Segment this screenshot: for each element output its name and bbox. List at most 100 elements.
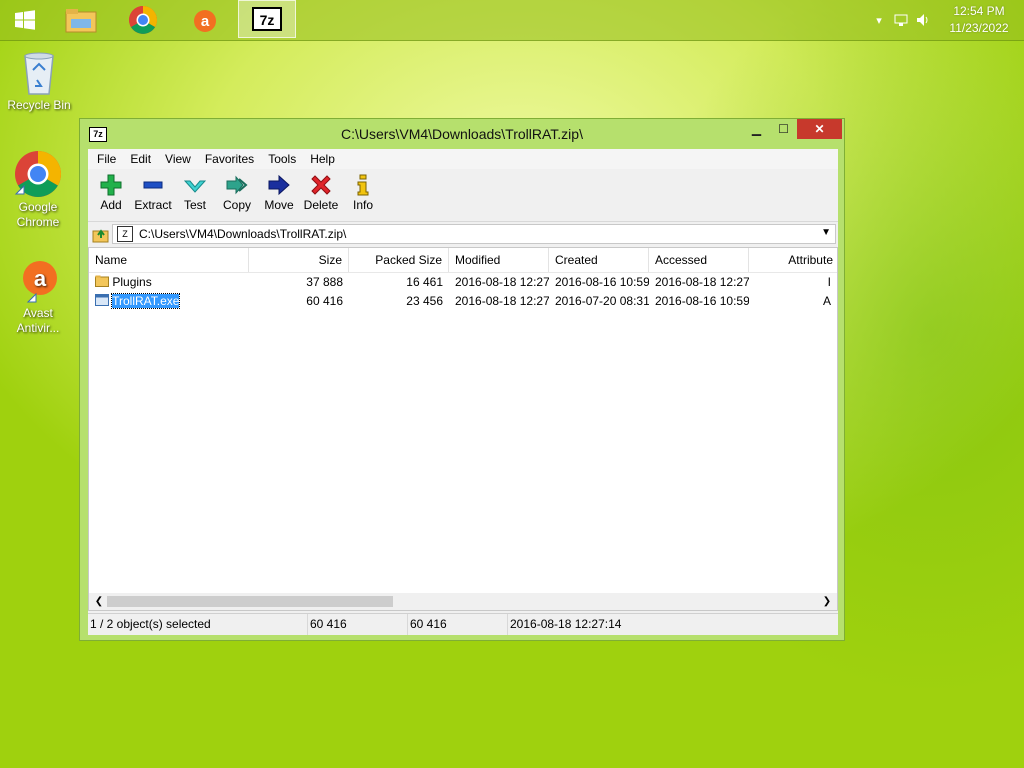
system-tray: ▾ 12:54 PM 11/23/2022 — [868, 0, 1024, 40]
delete-button[interactable]: Delete — [300, 169, 342, 212]
info-button[interactable]: Info — [342, 169, 384, 212]
file-created: 2016-08-16 10:59 — [555, 275, 649, 289]
volume-icon[interactable] — [912, 9, 934, 31]
desktop-icon-label: Avast Antivir... — [16, 306, 60, 335]
taskbar-7zip[interactable]: 7z — [238, 0, 296, 38]
taskbar: a 7z ▾ 12:54 PM 11/23/2022 — [0, 0, 1024, 41]
menu-view[interactable]: View — [158, 152, 198, 166]
column-packed-size[interactable]: Packed Size — [349, 248, 449, 272]
x-icon — [310, 174, 332, 196]
scroll-thumb[interactable] — [107, 596, 393, 607]
column-accessed[interactable]: Accessed — [649, 248, 749, 272]
chevron-up-icon[interactable]: ▾ — [868, 9, 890, 31]
column-created[interactable]: Created — [549, 248, 649, 272]
file-created: 2016-07-20 08:31 — [555, 294, 649, 308]
move-button[interactable]: Move — [258, 169, 300, 212]
move-label: Move — [264, 198, 294, 212]
file-packed-size: 23 456 — [406, 294, 443, 308]
test-button[interactable]: Test — [174, 169, 216, 212]
window-title: C:\Users\VM4\Downloads\TrollRAT.zip\ — [341, 126, 583, 142]
chevron-down-icon[interactable]: ▼ — [821, 227, 831, 238]
add-button[interactable]: Add — [90, 169, 132, 212]
file-name: TrollRAT.exe — [111, 293, 181, 309]
up-folder-button[interactable] — [90, 224, 112, 246]
maximize-button[interactable]: ☐ — [770, 119, 797, 139]
horizontal-scrollbar[interactable]: ❮ ❯ — [89, 593, 837, 610]
scroll-right-icon[interactable]: ❯ — [819, 594, 835, 609]
avast-icon: a — [194, 10, 216, 32]
file-size: 37 888 — [306, 275, 343, 289]
taskbar-avast[interactable]: a — [182, 0, 228, 40]
plus-icon — [100, 174, 122, 196]
menu-bar: File Edit View Favorites Tools Help — [88, 149, 838, 169]
minimize-button[interactable]: ▁ — [743, 119, 770, 139]
svg-text:7z: 7z — [260, 12, 275, 28]
file-accessed: 2016-08-16 10:59 — [655, 294, 749, 308]
menu-file[interactable]: File — [90, 152, 123, 166]
menu-tools[interactable]: Tools — [261, 152, 303, 166]
exe-file-icon — [95, 294, 109, 306]
file-name: Plugins — [112, 275, 152, 289]
info-label: Info — [352, 198, 373, 212]
info-icon — [352, 174, 374, 196]
file-modified: 2016-08-18 12:27 — [455, 294, 549, 308]
clock-date: 11/23/2022 — [949, 21, 1009, 35]
column-size[interactable]: Size — [249, 248, 349, 272]
table-row[interactable]: TrollRAT.exe 60 416 23 456 2016-08-18 12… — [89, 292, 837, 311]
double-arrow-icon — [226, 174, 248, 196]
svg-text:a: a — [201, 13, 210, 30]
menu-favorites[interactable]: Favorites — [198, 152, 261, 166]
menu-help[interactable]: Help — [303, 152, 342, 166]
7zip-window: 7z C:\Users\VM4\Downloads\TrollRAT.zip\ … — [79, 118, 845, 641]
7zip-icon: 7z — [252, 7, 282, 31]
svg-text:a: a — [34, 266, 47, 291]
taskbar-chrome[interactable] — [120, 0, 166, 40]
extract-button[interactable]: Extract — [132, 169, 174, 212]
minus-icon — [142, 174, 164, 196]
taskbar-file-explorer[interactable] — [58, 0, 104, 40]
network-icon[interactable] — [890, 9, 912, 31]
desktop-icon-label: Google Chrome — [16, 200, 60, 229]
column-modified[interactable]: Modified — [449, 248, 549, 272]
toolbar: Add Extract Test Copy Move Delete Info — [88, 169, 838, 222]
file-list[interactable]: Name Size Packed Size Modified Created A… — [88, 247, 838, 611]
folder-icon — [65, 9, 97, 33]
column-name[interactable]: Name — [89, 248, 249, 272]
desktop-icon-chrome[interactable]: Google Chrome — [1, 150, 75, 230]
clock-time: 12:54 PM — [953, 4, 1005, 18]
zip-archive-icon: Z — [117, 226, 133, 242]
desktop-icon-label: Recycle Bin — [7, 98, 71, 112]
clock[interactable]: 12:54 PM 11/23/2022 — [934, 3, 1024, 37]
address-combobox[interactable]: Z C:\Users\VM4\Downloads\TrollRAT.zip\ ▼ — [112, 224, 836, 244]
file-attribute: A — [822, 294, 831, 308]
column-attribute[interactable]: Attribute — [749, 248, 837, 272]
file-packed-size: 16 461 — [406, 275, 443, 289]
chrome-icon — [14, 150, 62, 198]
status-modified: 2016-08-18 12:27:14 — [510, 617, 622, 631]
file-modified: 2016-08-18 12:27 — [455, 275, 549, 289]
copy-button[interactable]: Copy — [216, 169, 258, 212]
windows-logo-icon — [15, 10, 35, 30]
avast-icon: a — [14, 256, 62, 304]
chrome-icon — [129, 6, 157, 34]
title-bar[interactable]: 7z C:\Users\VM4\Downloads\TrollRAT.zip\ … — [80, 119, 844, 149]
start-button[interactable] — [0, 0, 50, 40]
scroll-left-icon[interactable]: ❮ — [91, 594, 107, 609]
test-label: Test — [183, 198, 206, 212]
copy-label: Copy — [222, 198, 251, 212]
address-bar: Z C:\Users\VM4\Downloads\TrollRAT.zip\ ▼ — [88, 222, 838, 248]
table-row[interactable]: Plugins 37 888 16 461 2016-08-18 12:27 2… — [89, 273, 837, 292]
list-header: Name Size Packed Size Modified Created A… — [89, 248, 837, 273]
menu-edit[interactable]: Edit — [123, 152, 158, 166]
folder-icon — [95, 275, 109, 287]
arrow-right-icon — [268, 174, 290, 196]
desktop-icon-recycle-bin[interactable]: Recycle Bin — [2, 48, 76, 113]
window-client: File Edit View Favorites Tools Help Add … — [88, 149, 838, 635]
extract-label: Extract — [134, 198, 172, 212]
folder-up-icon — [92, 229, 109, 243]
delete-label: Delete — [303, 198, 339, 212]
desktop-icon-avast[interactable]: a Avast Antivir... — [1, 256, 75, 336]
close-button[interactable]: ✕ — [797, 119, 842, 139]
status-bar: 1 / 2 object(s) selected 60 416 60 416 2… — [88, 613, 838, 635]
add-label: Add — [100, 198, 122, 212]
